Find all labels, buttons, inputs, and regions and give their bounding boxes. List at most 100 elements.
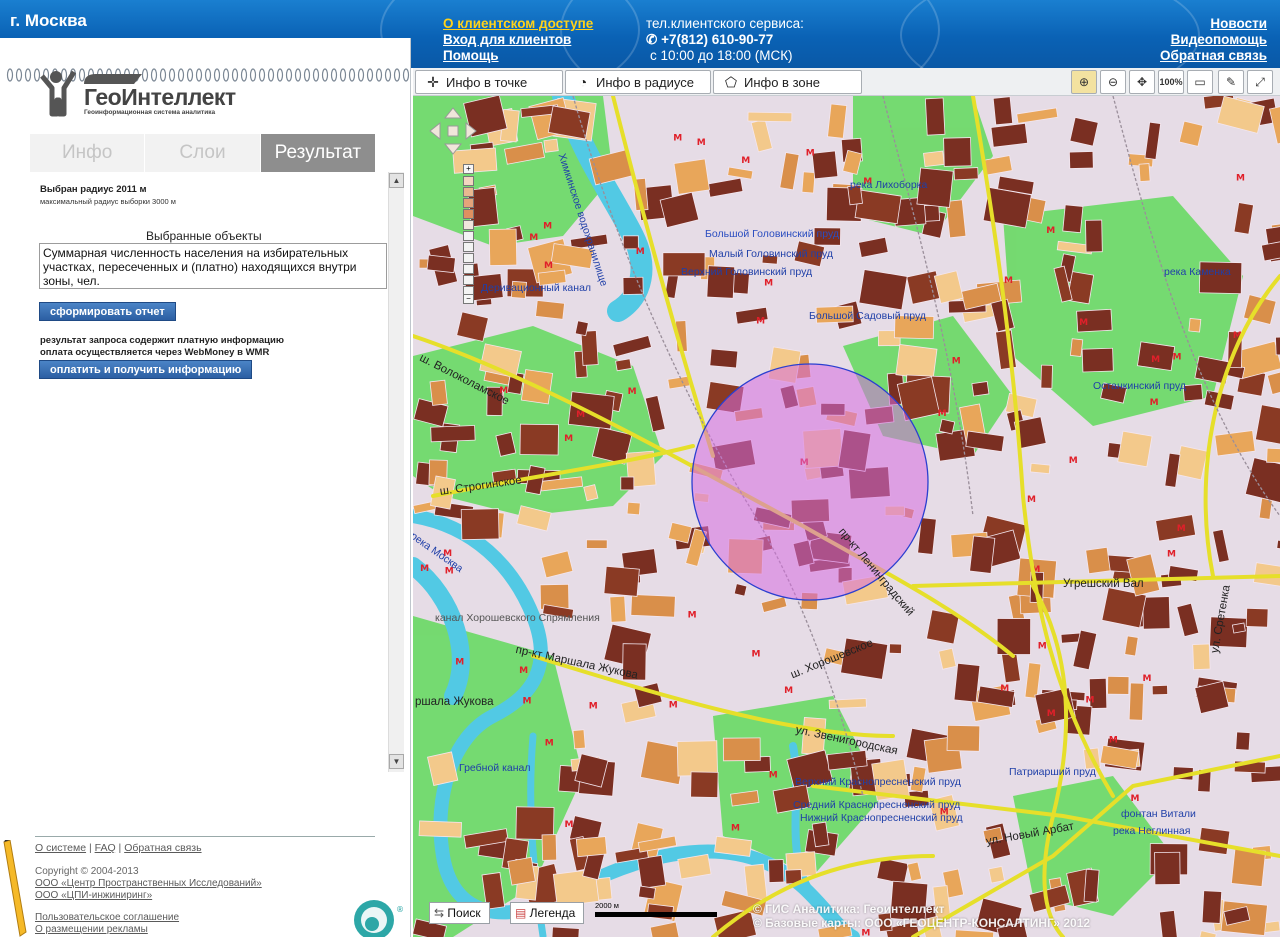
city-block [858, 269, 908, 311]
ads-link[interactable]: О размещении рекламы [35, 924, 262, 936]
radius-label: Выбран радиус 2011 м [40, 184, 147, 195]
zoom-level-step[interactable] [463, 209, 474, 219]
radius-circle-icon: ◔ [578, 74, 588, 90]
metro-icon: M [1004, 276, 1013, 286]
feedback-link[interactable]: Обратная связь [1160, 48, 1267, 63]
video-help-link[interactable]: Видеопомощь [1171, 32, 1267, 47]
city-block [676, 740, 718, 777]
scroll-up-icon[interactable]: ▲ [389, 173, 404, 188]
service-label: тел.клиентского сервиса: [646, 16, 804, 31]
ring-icon [339, 68, 347, 82]
city-block [620, 476, 635, 491]
copyright-text: Copyright © 2004-2013 [35, 866, 139, 877]
city-block [801, 171, 816, 194]
eraser-icon[interactable]: ✎ [1218, 70, 1244, 94]
zoom-level-step[interactable] [463, 231, 474, 241]
zoom-minus-icon[interactable]: − [463, 294, 474, 304]
logo[interactable]: ГеоИнтеллект Геоинформационная система а… [38, 68, 268, 118]
agreement-link[interactable]: Пользовательское соглашение [35, 912, 262, 924]
city-label[interactable]: г. Москва [10, 11, 87, 31]
city-block [1142, 596, 1171, 630]
metro-icon: M [519, 666, 528, 676]
client-access-link[interactable]: О клиентском доступе [443, 16, 593, 31]
city-block [1158, 909, 1179, 937]
zoom-level-step[interactable] [463, 264, 474, 274]
about-link[interactable]: О системе [35, 842, 86, 854]
zoom-in-icon[interactable]: ⊕ [1071, 70, 1097, 94]
legend-label: Легенда [529, 906, 576, 920]
help-link[interactable]: Помощь [443, 48, 499, 63]
panel-scrollbar[interactable]: ▲ ▼ [388, 172, 404, 772]
map-label: Верхний Краснопресненский пруд [795, 776, 961, 788]
map-label: Большой Головинский пруд [705, 228, 839, 240]
zoom-level-step[interactable] [463, 176, 474, 186]
copyright-block: Copyright © 2004-2013 ООО «Центр Простра… [35, 866, 262, 936]
create-report-button[interactable]: сформировать отчет [39, 302, 176, 321]
info-zone-tool[interactable]: ⬠ Инфо в зоне [713, 70, 862, 94]
zoom-level-step[interactable] [463, 220, 474, 230]
city-block [1275, 335, 1280, 356]
ring-icon [294, 68, 302, 82]
city-block [923, 150, 945, 168]
info-radius-tool[interactable]: ◔ Инфо в радиусе [565, 70, 711, 94]
pan-arrows-icon[interactable] [428, 106, 478, 156]
city-block [507, 856, 536, 886]
map-label: река Неглинная [1113, 825, 1191, 837]
org2-link[interactable]: ООО «ЦПИ-инжиниринг» [35, 890, 262, 902]
city-block [971, 381, 990, 397]
zoom-plus-icon[interactable]: + [463, 164, 474, 174]
map-label: Нижний Краснопресненский пруд [800, 812, 963, 824]
expand-icon[interactable]: ⤢ [1247, 70, 1273, 94]
city-block [854, 189, 902, 225]
city-block [519, 423, 559, 456]
metro-icon: M [741, 156, 750, 166]
metro-icon: M [1131, 794, 1140, 804]
ring-icon [6, 68, 14, 82]
logo-title: ГеоИнтеллект [84, 84, 236, 110]
tab-info[interactable]: Инфо [30, 134, 146, 172]
metro-icon: M [688, 610, 697, 620]
pencil-icon [3, 840, 27, 937]
city-block [1138, 163, 1151, 182]
city-block [460, 508, 500, 541]
ruler-icon[interactable]: ▭ [1187, 70, 1213, 94]
metro-icon: M [1167, 550, 1176, 560]
search-label: Поиск [447, 906, 481, 920]
metro-icon: M [420, 564, 429, 574]
zoom-level-step[interactable] [463, 198, 474, 208]
city-block [1069, 116, 1099, 147]
zoom-out-icon[interactable]: ⊖ [1100, 70, 1126, 94]
map-label: Гребной канал [459, 762, 531, 774]
pay-button[interactable]: оплатить и получить информацию [39, 360, 253, 379]
map-search-button[interactable]: ⇆ Поиск [429, 902, 490, 924]
city-block [811, 821, 830, 848]
city-block [630, 594, 676, 618]
metro-icon: M [1027, 495, 1036, 505]
org1-link[interactable]: ООО «Центр Пространственных Исследований… [35, 878, 262, 890]
zoom-level-step[interactable] [463, 253, 474, 263]
metro-icon: M [564, 434, 573, 444]
footer-feedback-link[interactable]: Обратная связь [124, 842, 201, 854]
zoom-full-button[interactable]: 100% [1158, 70, 1184, 94]
metro-icon: M [1079, 318, 1088, 328]
scroll-down-icon[interactable]: ▼ [389, 754, 404, 769]
zoom-level-step[interactable] [463, 242, 474, 252]
info-radius-label: Инфо в радиусе [596, 75, 694, 90]
metro-icon: M [565, 820, 574, 830]
metro-icon: M [636, 247, 645, 257]
zoom-level-step[interactable] [463, 275, 474, 285]
client-login-link[interactable]: Вход для клиентов [443, 32, 571, 47]
selected-objects-box[interactable]: Суммарная численность населения на избир… [39, 243, 387, 289]
map-legend-button[interactable]: ▤ Легенда [510, 902, 585, 924]
city-block [535, 299, 565, 320]
pan-icon[interactable]: ✥ [1129, 70, 1155, 94]
map-canvas[interactable]: M M M M M M M M M M M M M M M M M M M M M M M M M M M M M M M M M M M M M M M M… [413, 96, 1280, 937]
city-block [895, 343, 938, 380]
tab-result[interactable]: Результат [260, 134, 376, 172]
map-label: Деривационный канал [481, 282, 592, 294]
zoom-level-step[interactable] [463, 187, 474, 197]
info-point-tool[interactable]: ✛ Инфо в точке [415, 70, 563, 94]
news-link[interactable]: Новости [1210, 16, 1267, 31]
tab-layers[interactable]: Слои [145, 134, 261, 172]
faq-link[interactable]: FAQ [95, 842, 116, 854]
